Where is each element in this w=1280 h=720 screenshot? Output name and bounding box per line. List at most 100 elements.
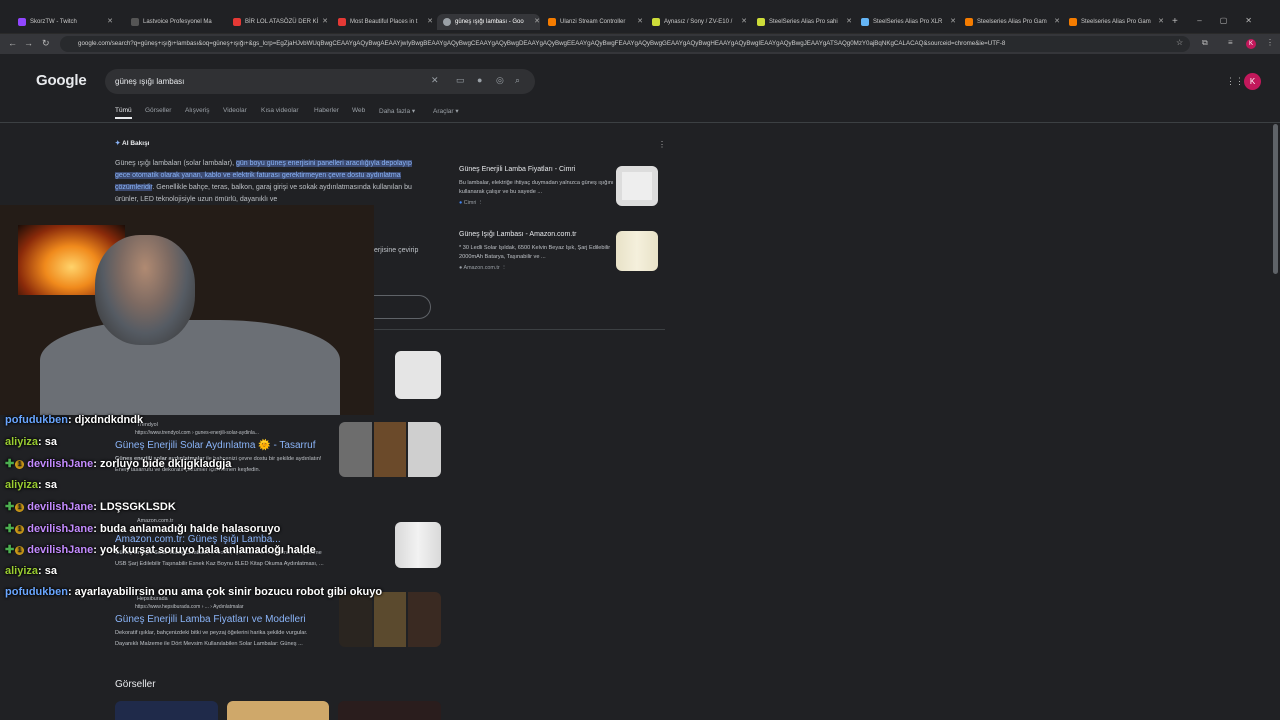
source-card[interactable]: Güneş Enerjili Lamba Fiyatları - Cimri B… bbox=[452, 164, 662, 220]
search-input[interactable]: güneş ışığı lambası ✕ ▭ ● ◎ ⌕ bbox=[105, 69, 535, 94]
tab-shopping[interactable]: Alışveriş bbox=[185, 107, 210, 114]
chat-message: pofudukben: ayarlayabilirsin onu ama çok… bbox=[5, 586, 383, 598]
close-icon[interactable]: ✕ bbox=[534, 17, 540, 25]
back-icon[interactable]: ← bbox=[8, 38, 17, 48]
close-icon[interactable]: ✕ bbox=[950, 17, 956, 25]
close-icon[interactable]: ✕ bbox=[107, 17, 113, 25]
chat-message: aliyiza: sa bbox=[5, 436, 57, 448]
streamer-silhouette bbox=[95, 235, 195, 345]
ai-overview-text: Güneş ışığı lambaları (solar lambalar), … bbox=[115, 160, 412, 203]
account-avatar[interactable]: K bbox=[1244, 73, 1261, 90]
tab-all[interactable]: Tümü bbox=[115, 107, 132, 119]
tab-images[interactable]: Görseller bbox=[145, 107, 171, 114]
browser-tab-active[interactable]: güneş ışığı lambası - Goo ✕ bbox=[437, 14, 540, 30]
more-options-icon[interactable]: ⋮ bbox=[658, 140, 666, 149]
bookmark-star-icon[interactable]: ☆ bbox=[1176, 38, 1183, 47]
tab-favicon-icon bbox=[652, 18, 660, 26]
close-icon[interactable]: ✕ bbox=[322, 17, 328, 25]
extensions-icon[interactable]: ⧉ bbox=[1202, 38, 1208, 48]
tab-videos[interactable]: Videolar bbox=[223, 107, 247, 114]
google-logo[interactable]: Google bbox=[36, 72, 87, 89]
bits-badge-icon: 1 bbox=[15, 524, 25, 534]
tab-favicon-icon bbox=[18, 18, 26, 26]
page-scrollbar[interactable] bbox=[1273, 124, 1278, 274]
forward-icon[interactable]: → bbox=[24, 38, 33, 48]
menu-icon[interactable]: ⋮ bbox=[1266, 38, 1274, 47]
browser-tab[interactable]: Steelseries Alias Pro Gam ✕ bbox=[965, 14, 1060, 30]
close-icon[interactable]: ✕ bbox=[427, 17, 433, 25]
browser-tab[interactable]: Lastvoice Profesyonel Ma bbox=[131, 14, 216, 30]
search-icon[interactable]: ⌕ bbox=[515, 75, 520, 86]
chat-message: ✚ 1 devilishJane: buda anlamadığı halde ha… bbox=[5, 523, 281, 535]
browser-tab[interactable]: SteelSeries Alias Pro sahi ✕ bbox=[757, 14, 852, 30]
result-thumbnail bbox=[408, 592, 441, 647]
close-icon[interactable]: ✕ bbox=[1158, 17, 1164, 25]
tab-strip: SkorzTW - Twitch ✕ Lastvoice Profesyonel … bbox=[0, 0, 1280, 34]
chat-message: pofudukben: djxdndkdndk bbox=[5, 414, 144, 426]
url-field[interactable]: google.com/search?q=güneş+ışığı+lambası&… bbox=[60, 36, 1190, 52]
browser-tab[interactable]: SkorzTW - Twitch ✕ bbox=[18, 14, 113, 30]
browser-tab[interactable]: Steelseries Alias Pro Gam ✕ bbox=[1069, 14, 1164, 30]
streamer-body bbox=[40, 320, 340, 415]
search-result[interactable]: Hepsiburada https://www.hepsiburada.com … bbox=[115, 596, 330, 649]
result-url: https://www.trendyol.com › gunes-enerjil… bbox=[135, 430, 259, 436]
sparkle-icon: ✦ bbox=[115, 140, 121, 147]
close-icon[interactable]: ✕ bbox=[846, 17, 852, 25]
sub-badge-icon: ✚ bbox=[5, 458, 15, 470]
result-snippet: Dekoratif ışıklar, bahçenizdeki bitki ve… bbox=[115, 630, 308, 647]
apps-grid-icon[interactable]: ⋮⋮ bbox=[1226, 76, 1244, 87]
show-more-pill[interactable] bbox=[374, 295, 431, 319]
clear-icon[interactable]: ✕ bbox=[431, 75, 439, 86]
close-icon[interactable]: ✕ bbox=[637, 17, 643, 25]
mic-icon[interactable]: ● bbox=[477, 75, 482, 85]
cast-icon[interactable]: ≡ bbox=[1228, 38, 1233, 47]
source-favicon-icon: ● bbox=[459, 265, 463, 271]
browser-tab[interactable]: Ulanzi Stream Controller ✕ bbox=[548, 14, 643, 30]
tab-favicon-icon bbox=[861, 18, 869, 26]
google-favicon-icon bbox=[443, 18, 451, 26]
chat-message: ✚ 1 devilishJane: yok kurşat soruyo hala a… bbox=[5, 544, 316, 556]
images-section-heading: Görseller bbox=[115, 679, 156, 690]
browser-tab[interactable]: Aynasız / Sony / ZV-E10 /✕ bbox=[652, 14, 747, 30]
keyboard-icon[interactable]: ▭ bbox=[456, 75, 465, 86]
ai-overview-fragment: erjisine çevirip bbox=[374, 247, 419, 254]
street-lamp-thumbnail bbox=[395, 351, 441, 399]
bits-badge-icon: 1 bbox=[15, 502, 25, 512]
tab-more[interactable]: Daha fazla ▾ bbox=[379, 107, 415, 115]
result-thumbnail bbox=[373, 592, 407, 647]
tab-news[interactable]: Haberler bbox=[314, 107, 339, 114]
tab-favicon-icon bbox=[965, 18, 973, 26]
chat-message: aliyiza: sa bbox=[5, 479, 57, 491]
tab-favicon-icon bbox=[131, 18, 139, 26]
header-divider bbox=[0, 122, 1280, 123]
result-title[interactable]: Güneş Enerjili Lamba Fiyatları ve Modell… bbox=[115, 614, 330, 625]
tab-favicon-icon bbox=[757, 18, 765, 26]
close-icon[interactable]: ✕ bbox=[1054, 17, 1060, 25]
window-controls[interactable]: –▢✕ bbox=[1197, 16, 1270, 25]
image-result[interactable] bbox=[115, 701, 218, 720]
new-tab-button[interactable]: + bbox=[1172, 16, 1178, 27]
result-title[interactable]: Güneş Enerjili Solar Aydınlatma 🌞 - Tasa… bbox=[115, 440, 330, 451]
browser-tab[interactable]: Most Beautiful Places in t ✕ bbox=[338, 14, 433, 30]
result-image-strip[interactable] bbox=[339, 592, 441, 647]
reload-icon[interactable]: ↻ bbox=[42, 38, 50, 49]
browser-tab[interactable]: BİR LOL ATASÖZÜ DER Kİ ✕ bbox=[233, 14, 328, 30]
solar-kit-thumbnail bbox=[616, 166, 658, 206]
bits-badge-icon: 1 bbox=[15, 545, 25, 555]
profile-avatar[interactable]: K bbox=[1246, 39, 1256, 49]
sub-badge-icon: ✚ bbox=[5, 501, 15, 513]
youtube-icon bbox=[233, 18, 241, 26]
bits-badge-icon: 1 bbox=[15, 459, 25, 469]
tab-web[interactable]: Web bbox=[352, 107, 365, 114]
lens-icon[interactable]: ◎ bbox=[496, 75, 504, 86]
source-card[interactable]: Güneş Işığı Lambası - Amazon.com.tr * 30… bbox=[452, 229, 662, 285]
image-result[interactable] bbox=[227, 701, 329, 720]
webcam-overlay bbox=[0, 205, 374, 415]
sub-badge-icon: ✚ bbox=[5, 523, 15, 535]
tab-tools[interactable]: Araçlar ▾ bbox=[433, 107, 459, 115]
image-result[interactable] bbox=[338, 701, 441, 720]
browser-tab[interactable]: SteelSeries Alias Pro XLR ✕ bbox=[861, 14, 956, 30]
tab-short-videos[interactable]: Kısa videolar bbox=[261, 107, 299, 114]
result-image-strip[interactable] bbox=[339, 422, 441, 477]
close-icon[interactable]: ✕ bbox=[741, 17, 747, 25]
